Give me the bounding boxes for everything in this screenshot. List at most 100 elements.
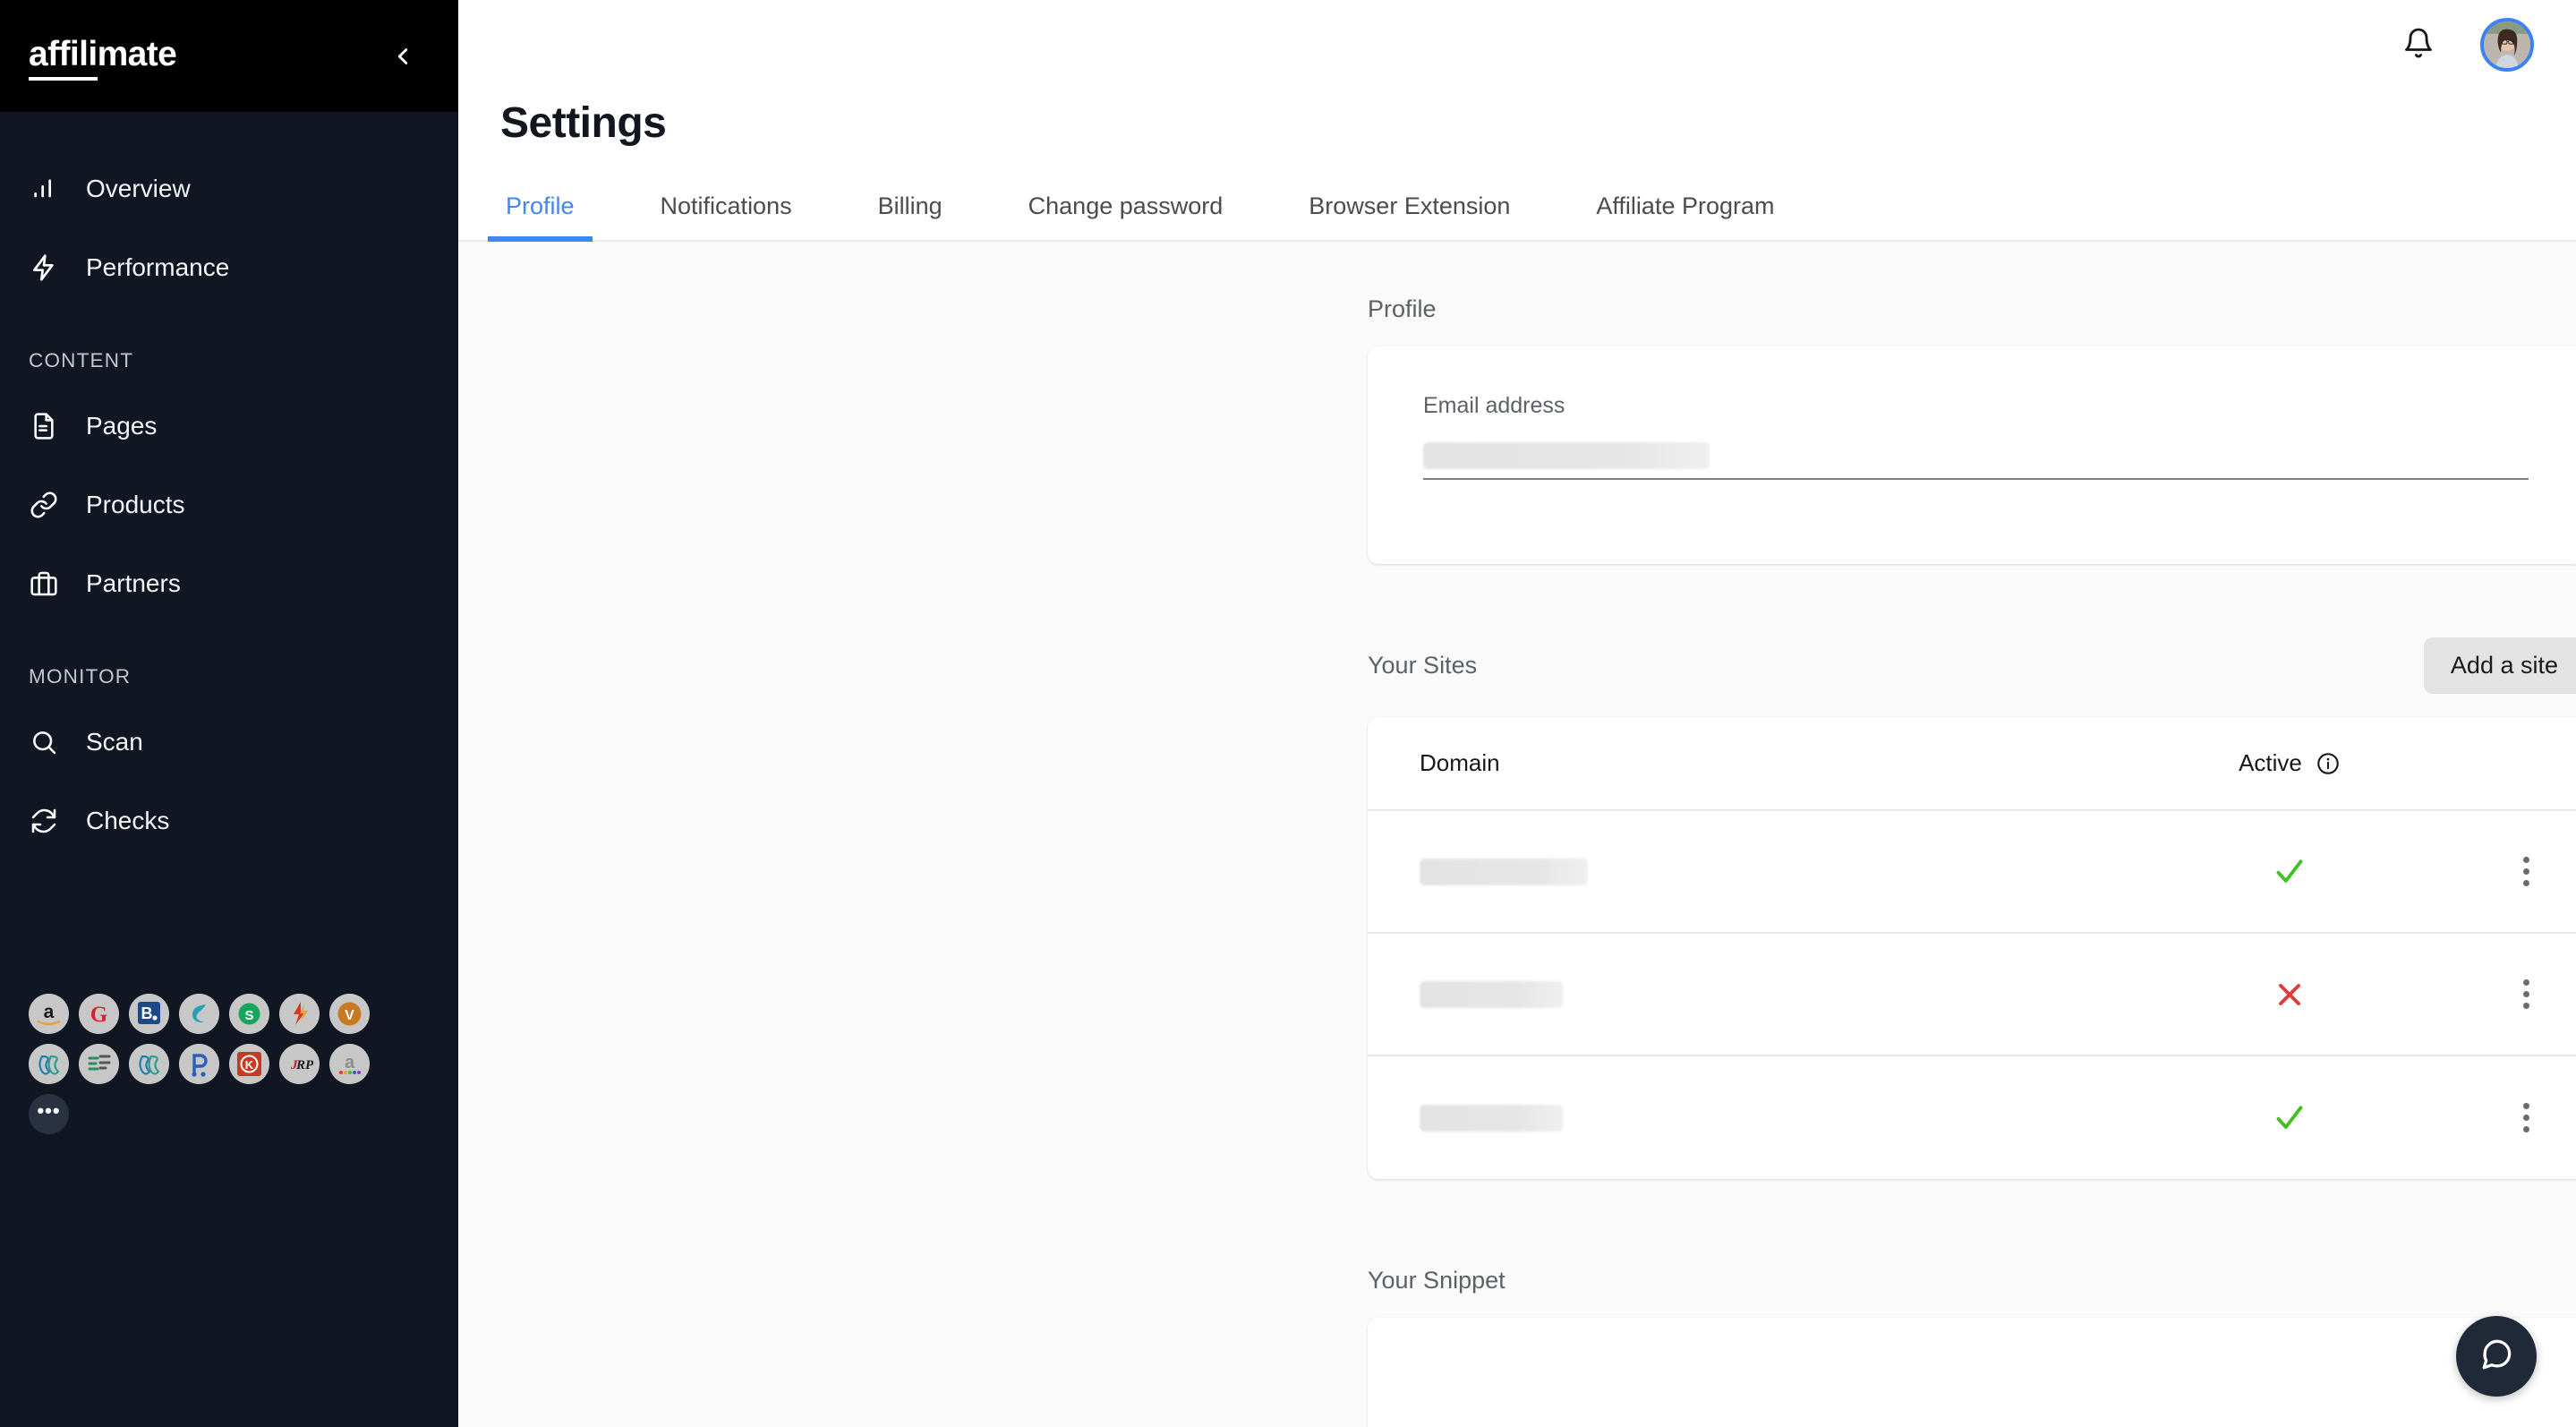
tab-affiliate-program[interactable]: Affiliate Program (1591, 192, 1779, 240)
info-icon[interactable] (2316, 751, 2341, 776)
document-icon (27, 409, 61, 443)
sidebar-item-checks[interactable]: Checks (0, 782, 458, 860)
notification-bell-icon (2402, 27, 2435, 64)
tab-profile[interactable]: Profile (488, 192, 592, 242)
cross-icon (2272, 977, 2307, 1013)
sidebar-item-label: Scan (86, 728, 143, 756)
cell-active (2137, 1100, 2442, 1136)
table-row[interactable] (1368, 1056, 2576, 1179)
more-networks-icon[interactable]: ••• (29, 1094, 69, 1134)
firework-network-icon[interactable] (279, 994, 320, 1034)
sidebar-item-products[interactable]: Products (0, 466, 458, 544)
sidebar-nav-monitor: Scan Checks (0, 703, 458, 860)
sidebar-item-performance[interactable]: Performance (0, 228, 458, 307)
sidebar-item-label: Pages (86, 412, 158, 440)
column-header-domain-label: Domain (1420, 749, 1500, 776)
link-icon (27, 488, 61, 522)
sidebar-item-label: Products (86, 491, 185, 518)
jrp-icon[interactable]: J RP (279, 1044, 320, 1084)
sidebar: affilimate Overview Performance CONTENT … (0, 0, 458, 1427)
page-header: Settings (458, 90, 2576, 148)
connected-networks-list: a G B S V K J RP a ••• (29, 994, 405, 1134)
lightning-bolt-icon (27, 251, 61, 285)
more-vertical-icon[interactable] (2511, 846, 2542, 897)
chevron-left-icon (389, 43, 416, 70)
support-chat-button[interactable] (2456, 1316, 2537, 1397)
awin-icon[interactable] (29, 1044, 69, 1084)
tab-billing[interactable]: Billing (873, 192, 948, 240)
tab-notifications[interactable]: Notifications (655, 192, 798, 240)
svg-text:S: S (244, 1008, 253, 1023)
sites-section-header: Your Sites Add a site (1368, 637, 2576, 694)
app-root: affilimate Overview Performance CONTENT … (0, 0, 2576, 1427)
chat-bubble-icon (2477, 1335, 2516, 1379)
notifications-button[interactable] (2395, 21, 2442, 68)
sidebar-item-label: Overview (86, 175, 191, 202)
sidebar-section-title-content: CONTENT (29, 349, 134, 372)
app-logo[interactable]: affilimate (29, 34, 177, 81)
groupon-icon[interactable]: G (79, 994, 119, 1034)
table-row[interactable] (1368, 934, 2576, 1056)
sidebar-item-scan[interactable]: Scan (0, 703, 458, 782)
email-value-redacted (1423, 442, 1710, 469)
skimlinks-icon[interactable] (179, 994, 219, 1034)
partnerize-icon[interactable] (179, 1044, 219, 1084)
top-bar (458, 0, 2576, 90)
more-vertical-icon[interactable] (2511, 1092, 2542, 1143)
sidebar-nav-primary: Overview Performance (0, 112, 458, 307)
booking-com-icon[interactable]: B (129, 994, 169, 1034)
amazon-alt-icon[interactable]: a (329, 1044, 370, 1084)
table-header-row: Domain Active (1368, 717, 2576, 811)
kelkoo-icon[interactable]: K (229, 1044, 269, 1084)
sidebar-header: affilimate (0, 0, 458, 112)
table-row[interactable] (1368, 811, 2576, 934)
search-icon (27, 725, 61, 759)
awin-two-icon[interactable] (129, 1044, 169, 1084)
sidebar-collapse-button[interactable] (378, 31, 428, 81)
logo-rest-part: mate (97, 34, 177, 73)
svg-text:RP: RP (295, 1058, 314, 1072)
sidebar-section-title-monitor: MONITOR (29, 665, 132, 688)
sidebar-item-partners[interactable]: Partners (0, 544, 458, 623)
profile-card: Email address (1368, 346, 2576, 564)
cell-actions (2442, 969, 2555, 1020)
tab-change-password[interactable]: Change password (1023, 192, 1229, 240)
avatar-photo (2484, 21, 2530, 68)
svg-text:a: a (345, 1053, 355, 1072)
svg-text:B: B (141, 1004, 153, 1022)
flexoffers-icon[interactable] (79, 1044, 119, 1084)
user-avatar[interactable] (2480, 18, 2534, 72)
cell-domain (1395, 1104, 2137, 1132)
domain-value-redacted (1420, 980, 1563, 1008)
cell-domain (1395, 980, 2137, 1008)
column-header-active: Active (2137, 749, 2442, 777)
amazon-associates-icon[interactable]: a (29, 994, 69, 1034)
domain-value-redacted (1420, 858, 1588, 885)
viglink-icon[interactable]: V (329, 994, 370, 1034)
cell-active (2137, 854, 2442, 890)
column-header-domain: Domain (1395, 749, 2137, 777)
column-header-active-label: Active (2239, 749, 2302, 776)
cell-actions (2442, 1092, 2555, 1143)
sidebar-item-label: Partners (86, 569, 181, 597)
settings-tabs: Profile Notifications Billing Change pas… (458, 148, 2576, 242)
add-a-site-button[interactable]: Add a site (2423, 637, 2576, 694)
sidebar-item-pages[interactable]: Pages (0, 387, 458, 466)
check-icon (2272, 854, 2307, 890)
snippet-card (1368, 1318, 2576, 1427)
cell-actions (2442, 846, 2555, 897)
sidebar-item-overview[interactable]: Overview (0, 150, 458, 228)
shareasale-icon[interactable]: S (229, 994, 269, 1034)
main-area: Settings Profile Notifications Billing C… (458, 0, 2576, 1427)
briefcase-icon (27, 567, 61, 601)
profile-section-label: Profile (1368, 295, 1437, 322)
tab-browser-extension[interactable]: Browser Extension (1303, 192, 1515, 240)
check-icon (2272, 1100, 2307, 1136)
refresh-icon (27, 804, 61, 838)
sites-section-label: Your Sites (1368, 652, 1478, 679)
snippet-section-label: Your Snippet (1368, 1267, 1506, 1294)
svg-text:V: V (345, 1008, 354, 1023)
more-vertical-icon[interactable] (2511, 969, 2542, 1020)
svg-text:G: G (90, 1003, 107, 1027)
email-field[interactable] (1423, 442, 2529, 480)
